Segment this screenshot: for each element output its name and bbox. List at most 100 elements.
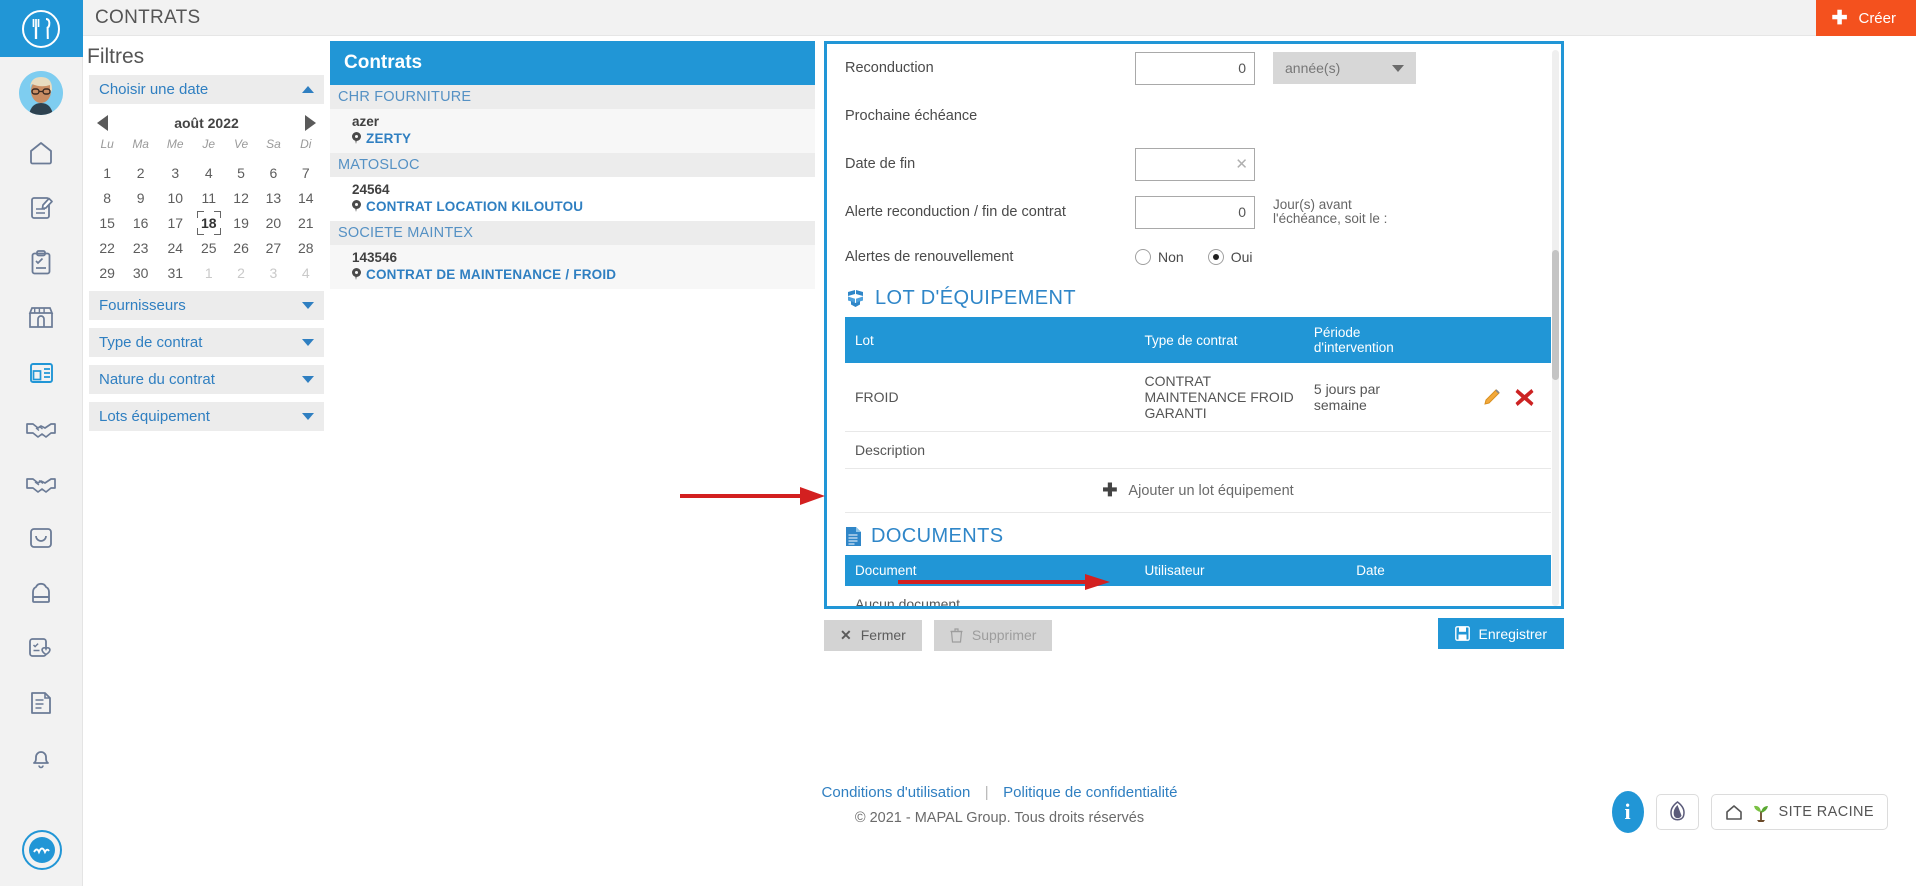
plus-icon: ✚ xyxy=(1831,7,1848,29)
add-equipment-lot-button[interactable]: ✚ Ajouter un lot équipement xyxy=(845,469,1551,513)
calendar-day[interactable]: 8 xyxy=(91,185,123,210)
calendar-day[interactable]: 28 xyxy=(290,235,322,260)
filter-choose-date[interactable]: Choisir une date xyxy=(89,75,324,104)
contract-list-item[interactable]: 24564 CONTRAT LOCATION KILOUTOU xyxy=(330,177,815,221)
chevron-left-icon[interactable] xyxy=(97,115,108,131)
calendar-day[interactable]: 22 xyxy=(91,235,123,260)
calendar-day[interactable]: 5 xyxy=(225,160,257,185)
radio-oui[interactable]: Oui xyxy=(1207,249,1252,265)
contract-detail-content: Reconduction année(s) Prochaine échéance… xyxy=(827,44,1561,606)
create-button-label: Créer xyxy=(1858,9,1896,27)
sidebar-item-etablissement[interactable] xyxy=(0,290,83,345)
documents-column-header: Utilisateur xyxy=(1134,555,1347,586)
delete-button[interactable]: Supprimer xyxy=(933,619,1053,651)
calendar-day[interactable]: 25 xyxy=(193,235,225,260)
page-title: CONTRATS xyxy=(95,7,201,28)
calendar-day[interactable]: 2 xyxy=(225,260,257,285)
documents-column-header: Date xyxy=(1346,555,1551,586)
sidebar-item-partenaires[interactable] xyxy=(0,455,83,510)
calendar-weekday: Di xyxy=(300,137,312,151)
calendar-day[interactable]: 4 xyxy=(193,160,225,185)
sidebar-item-qualite[interactable] xyxy=(0,620,83,675)
calendar-day[interactable]: 1 xyxy=(91,160,123,185)
clear-x-icon[interactable]: ✕ xyxy=(1235,155,1248,173)
calendar-day[interactable]: 3 xyxy=(257,260,289,285)
sidebar-item-contrats[interactable] xyxy=(0,345,83,400)
sidebar-item-documents[interactable] xyxy=(0,675,83,730)
save-button[interactable]: Enregistrer xyxy=(1437,618,1564,649)
alerte-reconduction-input[interactable] xyxy=(1135,195,1255,229)
reconduction-unit-select[interactable]: année(s) xyxy=(1273,52,1416,84)
calendar-day[interactable]: 13 xyxy=(257,185,289,210)
calendar-day[interactable]: 31 xyxy=(158,260,193,285)
contract-list-item[interactable]: azer ZERTY xyxy=(330,109,815,153)
filters-title: Filtres xyxy=(87,45,145,68)
app-logo[interactable] xyxy=(0,0,83,57)
calendar-day[interactable]: 4 xyxy=(290,260,322,285)
chevron-right-icon[interactable] xyxy=(305,115,316,131)
calendar-day[interactable]: 14 xyxy=(290,185,322,210)
sidebar-item-recettes[interactable] xyxy=(0,565,83,620)
calendar-day[interactable]: 9 xyxy=(123,185,158,210)
filter-nature-du-contrat[interactable]: Nature du contrat xyxy=(89,365,324,394)
radio-non[interactable]: Non xyxy=(1135,249,1184,265)
calendar-day[interactable]: 1 xyxy=(193,260,225,285)
calendar-day[interactable]: 7 xyxy=(290,160,322,185)
sidebar-item-home[interactable] xyxy=(0,125,83,180)
sidebar-item-alertes[interactable] xyxy=(0,730,83,785)
documents-table: Document Utilisateur Date Aucun document xyxy=(845,555,1551,606)
chef-hat-icon xyxy=(32,582,50,603)
calendar-day[interactable]: 18 xyxy=(193,210,225,235)
calendar-day[interactable]: 6 xyxy=(257,160,289,185)
field-alertes-renouvellement: Alertes de renouvellement Non Oui xyxy=(845,236,1551,278)
calendar-day[interactable]: 10 xyxy=(158,185,193,210)
equipment-column-header: Période d'intervention xyxy=(1303,317,1439,363)
calendar-day[interactable]: 3 xyxy=(158,160,193,185)
sidebar-item-saisie[interactable] xyxy=(0,180,83,235)
equipment-section-title: LOT D'ÉQUIPEMENT xyxy=(875,287,1076,309)
contract-list-item[interactable]: 143546 CONTRAT DE MAINTENANCE / FROID xyxy=(330,245,815,289)
calendar-day[interactable]: 26 xyxy=(225,235,257,260)
calendar-day[interactable]: 27 xyxy=(257,235,289,260)
calendar-day[interactable]: 20 xyxy=(257,210,289,235)
radio-indicator xyxy=(1135,249,1151,265)
red-x-delete-icon[interactable] xyxy=(1514,387,1535,408)
sidebar-item-fournisseurs[interactable] xyxy=(0,400,83,455)
calendar-day[interactable]: 11 xyxy=(193,185,225,210)
add-equipment-lot-label: Ajouter un lot équipement xyxy=(1128,482,1294,499)
calendar-day[interactable]: 21 xyxy=(290,210,322,235)
calendar-day[interactable]: 2 xyxy=(123,160,158,185)
calendar-day[interactable]: 12 xyxy=(225,185,257,210)
calendar-day[interactable]: 30 xyxy=(123,260,158,285)
plus-icon: ✚ xyxy=(1102,480,1118,500)
rail-bottom-logo[interactable] xyxy=(0,830,83,870)
calendar-day[interactable]: 23 xyxy=(123,235,158,260)
calendar-day[interactable]: 16 xyxy=(123,210,158,235)
equipment-table: Lot Type de contrat Période d'intervention… xyxy=(845,317,1551,469)
pencil-edit-icon[interactable] xyxy=(1482,387,1502,407)
calendar-day[interactable]: 24 xyxy=(158,235,193,260)
field-reconduction: Reconduction année(s) xyxy=(845,44,1551,92)
site-racine-button[interactable]: SITE RACINE xyxy=(1710,794,1888,830)
terms-link[interactable]: Conditions d'utilisation xyxy=(822,784,971,801)
filter-type-de-contrat[interactable]: Type de contrat xyxy=(89,328,324,357)
privacy-link[interactable]: Politique de confidentialité xyxy=(1003,784,1177,801)
feedback-button[interactable] xyxy=(1655,794,1699,830)
panel-scrollbar[interactable] xyxy=(1552,50,1559,606)
info-circle-icon[interactable]: i xyxy=(1611,791,1644,833)
filter-fournisseurs[interactable]: Fournisseurs xyxy=(89,291,324,320)
filter-lots-quipement[interactable]: Lots équipement xyxy=(89,402,324,431)
user-avatar[interactable] xyxy=(19,71,63,115)
calendar-day[interactable]: 17 xyxy=(158,210,193,235)
calendar-day[interactable]: 15 xyxy=(91,210,123,235)
reconduction-input[interactable] xyxy=(1135,51,1255,85)
sidebar-item-stock[interactable] xyxy=(0,510,83,565)
documents-column-header: Document xyxy=(845,555,1135,586)
create-button[interactable]: ✚ Créer xyxy=(1815,0,1916,36)
copyright-text: © 2021 - MAPAL Group. Tous droits réserv… xyxy=(854,810,1145,826)
reconduction-unit-label: année(s) xyxy=(1285,60,1341,76)
calendar-day[interactable]: 29 xyxy=(91,260,123,285)
close-button[interactable]: ✕ Fermer xyxy=(824,619,922,651)
sidebar-item-controles[interactable] xyxy=(0,235,83,290)
calendar-day[interactable]: 19 xyxy=(225,210,257,235)
